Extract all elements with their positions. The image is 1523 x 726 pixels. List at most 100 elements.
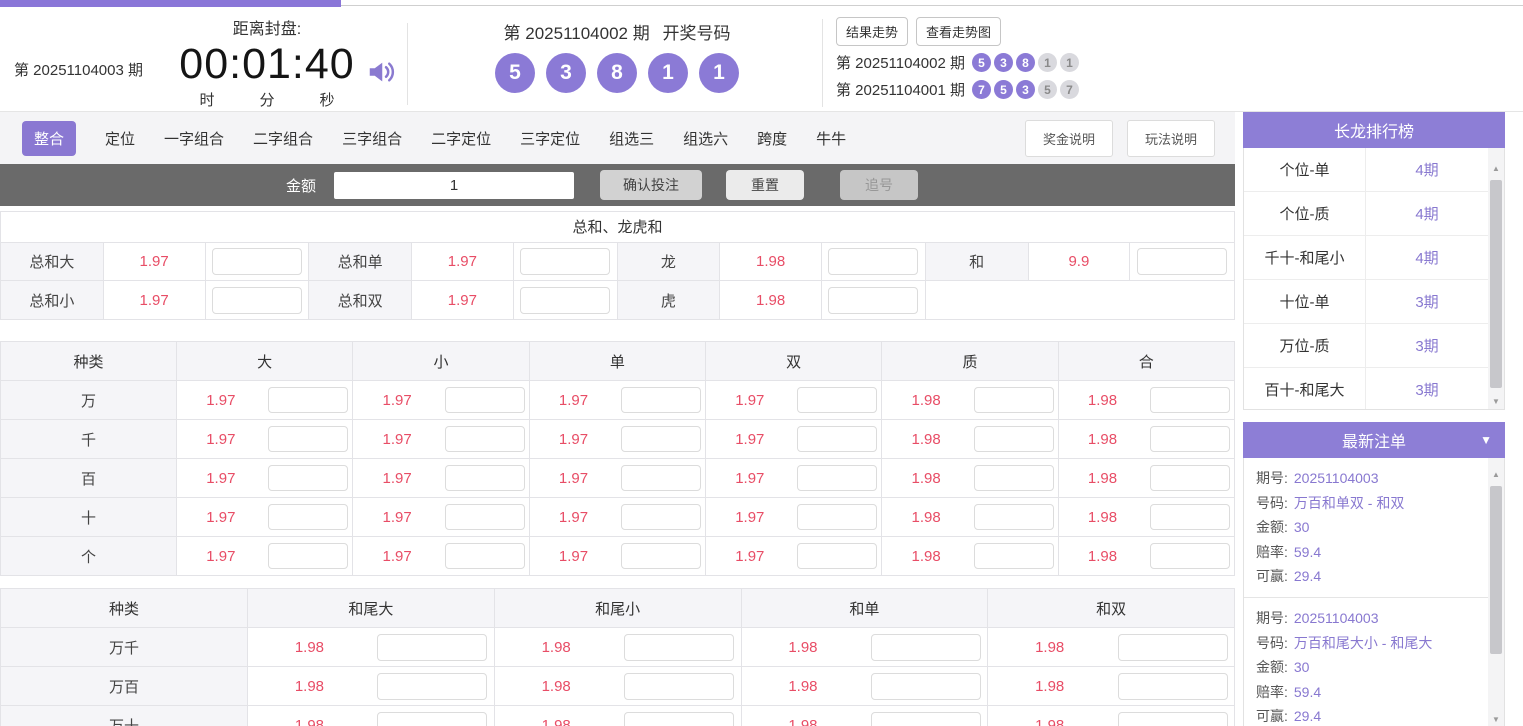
collapse-caret-icon[interactable]: ▼ xyxy=(1480,433,1492,447)
bet-amount-input[interactable] xyxy=(1150,504,1230,530)
bet-amount-input[interactable] xyxy=(1118,712,1228,726)
bet-amount-input[interactable] xyxy=(1118,634,1228,661)
scroll-down-icon[interactable]: ▼ xyxy=(1488,393,1504,409)
rules-info-button[interactable]: 玩法说明 xyxy=(1127,120,1215,157)
play-tab[interactable]: 一字组合 xyxy=(164,121,224,156)
column-header: 和单 xyxy=(742,589,989,627)
bet-amount-input[interactable] xyxy=(445,465,525,491)
bet-amount-input[interactable] xyxy=(797,426,877,452)
bet-amount-input[interactable] xyxy=(1150,465,1230,491)
table-row: 个 1.97 1.97 1.97 xyxy=(1,536,1234,575)
bet-amount-input[interactable] xyxy=(974,465,1054,491)
odds-value: 1.98 xyxy=(988,628,1111,666)
bet-amount-input[interactable] xyxy=(268,426,348,452)
confirm-bet-button[interactable]: 确认投注 xyxy=(600,170,702,200)
bet-amount-input[interactable] xyxy=(974,426,1054,452)
play-tab[interactable]: 二字定位 xyxy=(431,121,491,156)
bet-amount-input[interactable] xyxy=(621,387,701,413)
bet-amount-input[interactable] xyxy=(520,248,610,275)
bet-amount-input[interactable] xyxy=(377,634,487,661)
odds-cell: 1.98 xyxy=(1059,381,1234,419)
view-trend-chart-button[interactable]: 查看走势图 xyxy=(916,17,1001,46)
header: 第 20251104003 期 距离封盘: 00:01:40 时 分 秒 第 2… xyxy=(0,7,1523,112)
bet-amount-input[interactable] xyxy=(974,543,1054,569)
table-row: 万 1.97 1.97 1.97 xyxy=(1,380,1234,419)
prize-info-button[interactable]: 奖金说明 xyxy=(1025,120,1113,157)
play-tab[interactable]: 三字定位 xyxy=(520,121,580,156)
dragon-row: 百十-和尾大 3期 xyxy=(1244,368,1488,410)
chase-number-button[interactable]: 追号 xyxy=(840,170,918,200)
bet-amount-input[interactable] xyxy=(797,543,877,569)
bet-amount-input[interactable] xyxy=(624,673,734,700)
bet-amount-input[interactable] xyxy=(621,465,701,491)
play-tab[interactable]: 组选三 xyxy=(609,121,654,156)
amount-label: 金额 xyxy=(286,175,316,196)
reset-button[interactable]: 重置 xyxy=(726,170,804,200)
bet-amount-input[interactable] xyxy=(445,543,525,569)
play-tab[interactable]: 二字组合 xyxy=(253,121,313,156)
bet-amount-input[interactable] xyxy=(212,248,302,275)
bet-amount-input[interactable] xyxy=(797,387,877,413)
bet-amount-input[interactable] xyxy=(1150,543,1230,569)
dragon-scrollbar[interactable]: ▲ ▼ xyxy=(1488,148,1504,409)
scroll-down-icon[interactable]: ▼ xyxy=(1488,711,1504,726)
bet-amount-input[interactable] xyxy=(1150,426,1230,452)
scrollbar-thumb[interactable] xyxy=(1490,180,1502,388)
bet-amount-input[interactable] xyxy=(828,287,918,314)
scrollbar-thumb[interactable] xyxy=(1490,486,1502,654)
scroll-up-icon[interactable]: ▲ xyxy=(1488,160,1504,176)
scroll-up-icon[interactable]: ▲ xyxy=(1488,466,1504,482)
bet-amount-input[interactable] xyxy=(871,634,981,661)
odds-cell: 1.97 xyxy=(177,537,353,575)
bet-input-cell xyxy=(1111,667,1234,705)
bet-amount-input[interactable] xyxy=(974,504,1054,530)
bet-amount-input[interactable] xyxy=(797,465,877,491)
bet-amount-input[interactable] xyxy=(1137,248,1227,275)
odds-cell: 1.98 xyxy=(742,706,989,726)
bet-amount-input[interactable] xyxy=(624,712,734,726)
bet-amount-input[interactable] xyxy=(268,465,348,491)
odds-cell: 1.97 xyxy=(706,537,882,575)
bet-amount-input[interactable] xyxy=(624,634,734,661)
bet-amount-input[interactable] xyxy=(797,504,877,530)
bet-amount-input[interactable] xyxy=(871,673,981,700)
bet-amount-input[interactable] xyxy=(621,543,701,569)
bet-amount-input[interactable] xyxy=(445,426,525,452)
bet-amount-input[interactable] xyxy=(212,287,302,314)
play-tab[interactable]: 组选六 xyxy=(683,121,728,156)
play-tab[interactable]: 整合 xyxy=(22,121,76,156)
bet-amount-input[interactable] xyxy=(268,504,348,530)
bet-amount-input[interactable] xyxy=(621,426,701,452)
play-tab[interactable]: 牛牛 xyxy=(816,121,846,156)
play-tab[interactable]: 跨度 xyxy=(757,121,787,156)
odds-cell: 1.97 xyxy=(353,537,529,575)
orders-scrollbar[interactable]: ▲ ▼ xyxy=(1488,458,1504,726)
current-period-label: 第 20251104003 期 xyxy=(14,59,143,80)
order-field-label: 可赢: xyxy=(1256,704,1288,726)
header-divider xyxy=(407,23,408,105)
bet-amount-input[interactable] xyxy=(445,504,525,530)
bet-amount-input[interactable] xyxy=(268,387,348,413)
bet-amount-input[interactable] xyxy=(871,712,981,726)
order-win-value: 29.4 xyxy=(1294,564,1321,589)
result-trend-button[interactable]: 结果走势 xyxy=(836,17,908,46)
draw-title: 第 20251104002 期 开奖号码 xyxy=(432,19,802,44)
bet-amount-input[interactable] xyxy=(1118,673,1228,700)
play-tab[interactable]: 定位 xyxy=(105,121,135,156)
bet-amount-input[interactable] xyxy=(974,387,1054,413)
row-label: 万 xyxy=(1,381,177,419)
play-tab[interactable]: 三字组合 xyxy=(342,121,402,156)
speaker-icon[interactable] xyxy=(366,57,396,87)
bet-amount-input[interactable] xyxy=(268,543,348,569)
bet-amount-input[interactable] xyxy=(1150,387,1230,413)
amount-input[interactable] xyxy=(334,172,574,199)
order-line: 可赢: 29.4 xyxy=(1256,564,1488,589)
bet-amount-input[interactable] xyxy=(621,504,701,530)
odds-cell: 1.97 xyxy=(530,498,706,536)
bet-amount-input[interactable] xyxy=(520,287,610,314)
sum-section-title: 总和、龙虎和 xyxy=(1,212,1234,243)
bet-amount-input[interactable] xyxy=(445,387,525,413)
bet-amount-input[interactable] xyxy=(828,248,918,275)
bet-amount-input[interactable] xyxy=(377,673,487,700)
bet-amount-input[interactable] xyxy=(377,712,487,726)
